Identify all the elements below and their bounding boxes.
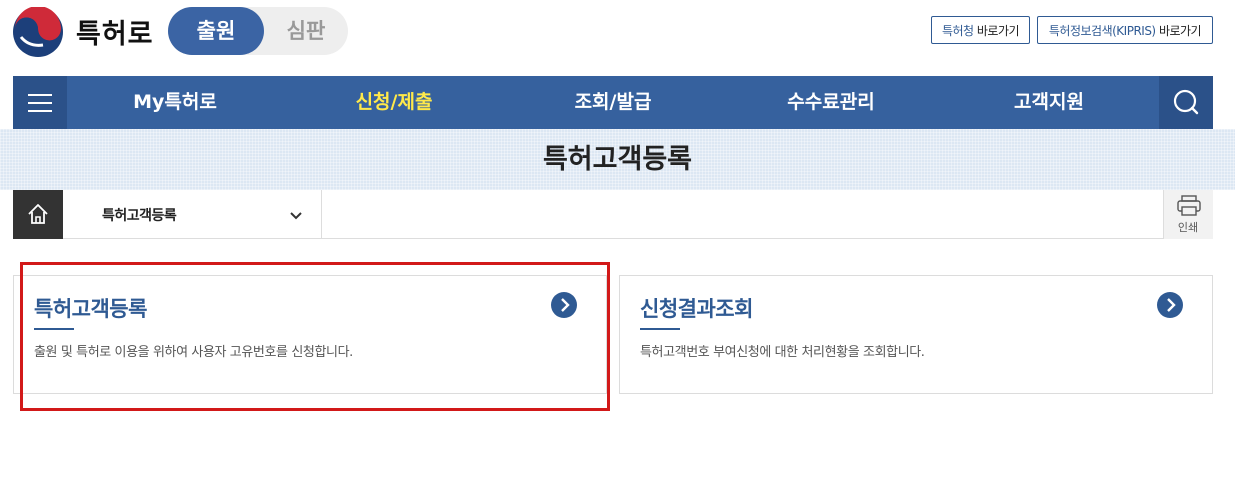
chevron-right-icon[interactable] (1157, 292, 1183, 318)
nav-item-apply[interactable]: 신청/제출 (329, 76, 459, 129)
kipris-link-suffix: 바로가기 (1156, 24, 1201, 38)
kipris-link[interactable]: 특허정보검색(KIPRIS) 바로가기 (1037, 16, 1213, 44)
breadcrumb-current: 특허고객등록 (102, 205, 176, 225)
print-label: 인쇄 (1163, 219, 1213, 235)
kipo-link-name: 특허청 (942, 24, 974, 38)
home-icon[interactable] (13, 190, 63, 239)
chevron-down-icon[interactable] (289, 208, 303, 222)
kipo-link-suffix: 바로가기 (974, 24, 1019, 38)
kipo-link[interactable]: 특허청 바로가기 (931, 16, 1030, 44)
card-desc-result: 특허고객번호 부여신청에 대한 처리현황을 조회합니다. (640, 341, 925, 360)
taegeuk-logo-icon[interactable] (13, 7, 63, 57)
nav-item-fees[interactable]: 수수료관리 (766, 76, 896, 129)
page-title: 특허고객등록 (0, 129, 1235, 190)
card-underline (640, 328, 680, 330)
nav-item-my[interactable]: My특허로 (110, 76, 240, 129)
search-icon[interactable] (1159, 76, 1213, 129)
tab-trial[interactable]: 심판 (264, 7, 348, 55)
hamburger-icon[interactable] (13, 76, 67, 129)
tab-application[interactable]: 출원 (168, 7, 264, 55)
site-name[interactable]: 특허로 (76, 12, 154, 51)
mode-toggle: 출원 심판 (168, 7, 348, 55)
card-title-result[interactable]: 신청결과조회 (640, 293, 753, 323)
highlight-box (20, 262, 610, 411)
kipris-link-name: 특허정보검색(KIPRIS) (1049, 24, 1156, 38)
nav-item-inquiry[interactable]: 조회/발급 (548, 76, 678, 129)
nav-item-support[interactable]: 고객지원 (984, 76, 1114, 129)
